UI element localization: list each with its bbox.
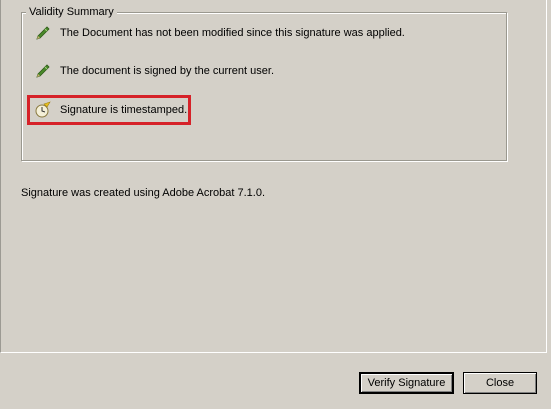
validity-summary-legend: Validity Summary (26, 6, 117, 19)
highlight-box (27, 95, 191, 125)
validity-item-not-modified: The Document has not been modified since… (34, 24, 405, 42)
validity-item-label: The document is signed by the current us… (60, 65, 275, 77)
validity-item-signed-by-user: The document is signed by the current us… (34, 62, 274, 80)
close-button[interactable]: Close (463, 372, 537, 394)
validity-item-label: The Document has not been modified since… (60, 27, 405, 39)
verify-signature-button[interactable]: Verify Signature (359, 372, 454, 394)
pen-check-icon (34, 62, 52, 80)
creation-info-text: Signature was created using Adobe Acroba… (21, 187, 265, 199)
pen-check-icon (34, 24, 52, 42)
